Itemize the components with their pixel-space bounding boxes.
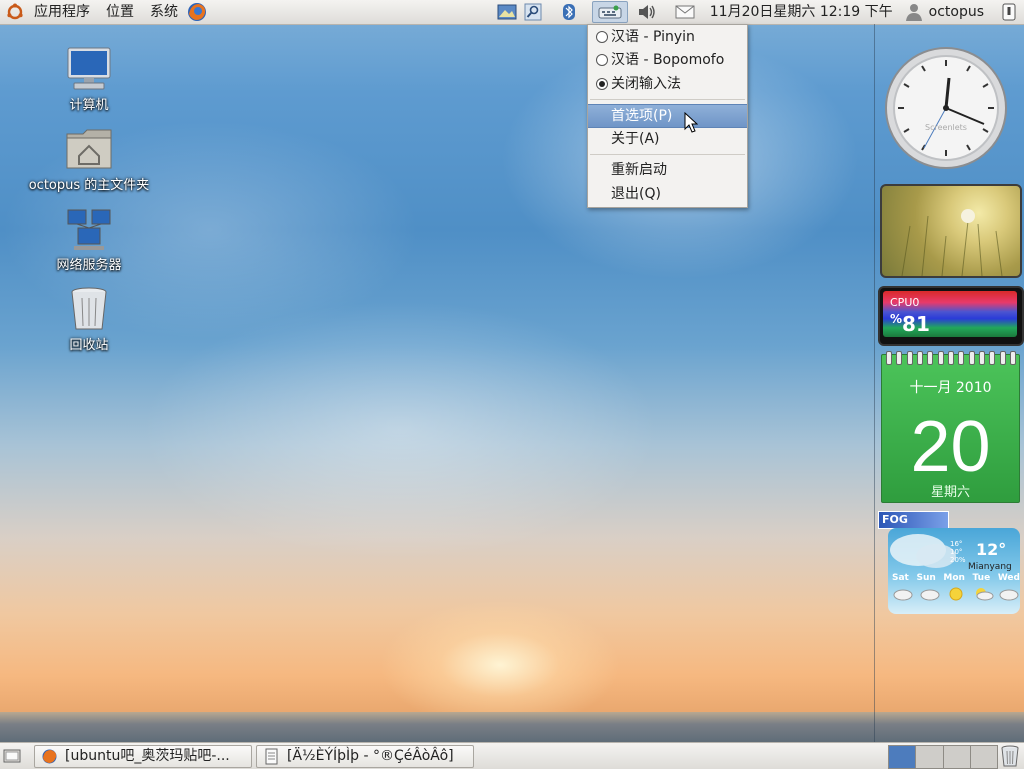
workspace-2[interactable] xyxy=(916,746,944,768)
desktop-icon-home-folder[interactable]: octopus 的主文件夹 xyxy=(14,126,164,193)
shutdown-icon[interactable] xyxy=(998,2,1020,22)
weather-city: Mianyang xyxy=(968,562,1012,572)
desktop-icon-label: 网络服务器 xyxy=(56,258,122,273)
menu-separator xyxy=(590,154,745,155)
sea-horizon xyxy=(0,712,1024,742)
desktop-icon-label: 计算机 xyxy=(69,98,109,113)
trash-icon xyxy=(64,286,114,332)
firefox-launcher-icon[interactable] xyxy=(186,1,210,23)
clock-datetime[interactable]: 11月20日星期六 12:19 下午 xyxy=(702,0,901,24)
document-icon xyxy=(263,748,280,765)
menu-item-disable-ime[interactable]: 关闭输入法 xyxy=(588,73,747,95)
dock-divider xyxy=(874,24,875,742)
calendar-rings xyxy=(886,351,1016,365)
cloud-icon xyxy=(998,586,1020,602)
mail-icon[interactable] xyxy=(674,2,696,22)
home-folder-icon xyxy=(64,126,114,172)
sun-icon xyxy=(945,586,967,602)
input-method-menu: 汉语 - Pinyin 汉语 - Bopomofo 关闭输入法 首选项(P) 关… xyxy=(587,24,748,208)
partly-cloudy-icon xyxy=(972,586,994,602)
clock-brand: Screenlets xyxy=(925,123,967,132)
bluetooth-icon[interactable] xyxy=(558,2,580,22)
cloud-icon xyxy=(892,586,914,602)
weather-forecast-icons xyxy=(892,586,1020,602)
clock-widget[interactable]: Screenlets xyxy=(884,44,1008,172)
forecast-day: Mon xyxy=(943,573,965,583)
search-tool-icon[interactable] xyxy=(522,2,544,22)
menu-item-preferences[interactable]: 首选项(P) xyxy=(588,104,747,128)
calendar-month: 十一月 2010 xyxy=(909,380,992,396)
menu-separator xyxy=(590,99,745,100)
image-viewer-icon[interactable] xyxy=(496,2,518,22)
desktop-icon-trash[interactable]: 回收站 xyxy=(14,286,164,353)
forecast-day: Wed xyxy=(997,573,1020,583)
desktop-icon-computer[interactable]: 计算机 xyxy=(14,46,164,113)
menu-item-about[interactable]: 关于(A) xyxy=(588,128,747,150)
workspace-1[interactable] xyxy=(889,746,917,768)
ubuntu-logo-icon[interactable] xyxy=(4,1,26,23)
menu-item-bopomofo[interactable]: 汉语 - Bopomofo xyxy=(588,49,747,71)
task-label: [Ä½ÈÝÍþÌþ - °®ÇéÂòÂô] xyxy=(287,748,454,764)
cpu-meter-widget[interactable]: CPU0 %81 xyxy=(878,286,1024,346)
weather-forecast-days: Sat Sun Mon Tue Wed xyxy=(892,573,1020,583)
workspace-switcher[interactable] xyxy=(888,745,998,769)
show-desktop-icon[interactable] xyxy=(3,747,21,765)
network-server-icon xyxy=(64,206,114,252)
computer-icon xyxy=(64,46,114,92)
trash-applet-icon[interactable] xyxy=(1000,745,1022,767)
firefox-icon xyxy=(41,748,58,765)
menu-item-pinyin[interactable]: 汉语 - Pinyin xyxy=(588,26,747,48)
weather-condition-tag: FOG xyxy=(878,511,949,529)
task-label: [ubuntu吧_奥茨玛贴吧-... xyxy=(65,748,230,764)
mouse-cursor-icon xyxy=(684,112,698,133)
user-icon xyxy=(903,2,925,22)
volume-icon[interactable] xyxy=(636,2,658,22)
menu-item-restart[interactable]: 重新启动 xyxy=(588,159,747,181)
system-tray: 11月20日星期六 12:19 下午 octopus xyxy=(494,0,1024,24)
calendar-weekday: 星期六 xyxy=(930,485,970,500)
menu-system[interactable]: 系统 xyxy=(142,0,186,24)
cloud-icon xyxy=(919,586,941,602)
bottom-panel: [ubuntu吧_奥茨玛贴吧-... [Ä½ÈÝÍþÌþ - °®ÇéÂòÂô] xyxy=(0,742,1024,769)
menu-places[interactable]: 位置 xyxy=(98,0,142,24)
cloud-center xyxy=(140,300,660,560)
radio-icon xyxy=(596,31,608,43)
desktop-background xyxy=(0,0,1024,768)
menu-applications[interactable]: 应用程序 xyxy=(26,0,98,24)
input-method-icon[interactable] xyxy=(591,1,628,23)
weather-temperature: 12° xyxy=(976,540,1007,559)
forecast-day: Sun xyxy=(916,573,936,583)
desktop-icon-label: 回收站 xyxy=(69,338,109,353)
desktop-icon-network[interactable]: 网络服务器 xyxy=(14,206,164,273)
cpu-label: CPU0 xyxy=(890,296,920,309)
workspace-4[interactable] xyxy=(970,746,997,768)
task-button-document[interactable]: [Ä½ÈÝÍþÌþ - °®ÇéÂòÂô] xyxy=(256,745,474,768)
forecast-day: Sat xyxy=(892,573,909,583)
photo-frame-widget[interactable] xyxy=(880,184,1022,278)
menu-item-quit[interactable]: 退出(Q) xyxy=(588,183,747,205)
radio-checked-icon xyxy=(596,78,608,90)
radio-icon xyxy=(596,54,608,66)
calendar-day: 20 xyxy=(910,407,991,487)
workspace-3[interactable] xyxy=(943,746,971,768)
sun-glow xyxy=(380,600,620,730)
cpu-value: %81 xyxy=(890,312,930,336)
task-button-firefox[interactable]: [ubuntu吧_奥茨玛贴吧-... xyxy=(34,745,252,768)
user-name[interactable]: octopus xyxy=(927,0,992,24)
calendar-widget[interactable]: 十一月 2010 20 星期六 xyxy=(881,351,1020,503)
top-panel: 应用程序 位置 系统 11月20日星期六 12:19 下午 octopus xyxy=(0,0,1024,25)
forecast-day: Tue xyxy=(972,573,991,583)
cpu-percent-sign: % xyxy=(890,312,903,326)
weather-details: 16° 10° 20% xyxy=(950,540,966,564)
cpu-number: 81 xyxy=(902,312,930,336)
desktop-icon-label: octopus 的主文件夹 xyxy=(28,178,150,193)
